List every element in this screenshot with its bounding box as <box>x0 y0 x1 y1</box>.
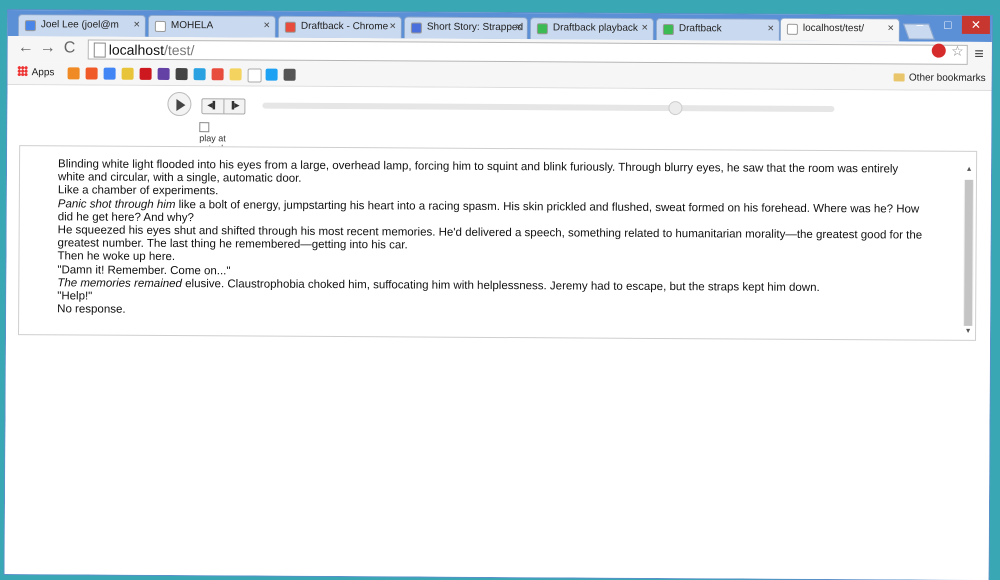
step-back-button[interactable]: ◀▌ <box>202 99 222 113</box>
minimize-button[interactable]: – <box>906 15 934 33</box>
page-icon <box>786 23 798 35</box>
close-icon[interactable]: × <box>641 22 648 34</box>
bookmark-icon[interactable] <box>193 68 206 81</box>
scroll-track[interactable] <box>963 179 974 326</box>
scroll-thumb[interactable] <box>964 179 973 326</box>
close-icon[interactable]: × <box>389 20 396 32</box>
tab-draftback[interactable]: Draftback × <box>655 17 780 41</box>
tab-label: localhost/test/ <box>802 22 865 35</box>
scrollbar[interactable]: ▲ ▼ <box>963 166 974 336</box>
tab-label: MOHELA <box>170 19 214 32</box>
tab-label: Short Story: Strapped <box>426 21 524 34</box>
close-icon[interactable]: × <box>133 19 140 31</box>
other-bookmarks-label: Other bookmarks <box>908 72 986 84</box>
bookmark-icon[interactable] <box>139 67 152 80</box>
scroll-down-icon[interactable]: ▼ <box>963 328 973 335</box>
document-paragraph: He squeezed his eyes shut and shifted th… <box>57 224 923 252</box>
browser-window: Joel Lee (joel@m × MOHELA × Draftback - … <box>4 10 992 580</box>
bookmark-icon[interactable] <box>265 68 278 81</box>
menu-icon[interactable]: ≡ <box>974 46 983 64</box>
bookmark-icon[interactable] <box>175 68 188 81</box>
bookmark-icon[interactable] <box>85 67 98 80</box>
document-text: Blinding white light flooded into his ey… <box>57 158 928 322</box>
close-icon[interactable]: × <box>515 21 522 33</box>
play-button[interactable] <box>167 91 192 117</box>
maximize-button[interactable]: □ <box>934 16 962 34</box>
tab-label: Joel Lee (joel@m <box>40 19 119 31</box>
playback-slider[interactable] <box>262 101 835 116</box>
step-controls: ◀▌ ▐▶ <box>201 98 246 115</box>
apps-icon <box>17 66 28 77</box>
actual-speed-checkbox[interactable] <box>199 122 210 133</box>
extension-icon[interactable] <box>931 43 946 58</box>
mohela-favicon-icon <box>154 20 166 32</box>
page-icon <box>93 42 106 58</box>
close-icon[interactable]: × <box>263 20 270 32</box>
back-icon[interactable]: ← <box>18 39 34 57</box>
close-window-button[interactable]: ✕ <box>961 15 990 34</box>
bookmark-icon[interactable] <box>283 68 296 81</box>
tab-gmail[interactable]: Joel Lee (joel@m × <box>17 14 146 37</box>
bookmark-icon[interactable] <box>121 67 134 80</box>
address-host: localhost <box>108 41 165 58</box>
tab-label: Draftback - Chrome <box>300 20 389 33</box>
bookmark-icon[interactable] <box>157 67 170 80</box>
step-forward-button[interactable]: ▐▶ <box>223 99 245 114</box>
tab-draftback-store[interactable]: Draftback - Chrome × <box>277 15 402 39</box>
tab-mohela[interactable]: MOHELA × <box>147 14 276 38</box>
folder-icon <box>893 73 905 82</box>
document-viewer[interactable]: Blinding white light flooded into his ey… <box>18 145 978 341</box>
gmail-favicon-icon <box>24 20 36 32</box>
star-icon[interactable]: ☆ <box>951 43 964 60</box>
tab-label: Draftback <box>678 23 722 35</box>
apps-label: Apps <box>31 67 55 79</box>
docs-icon <box>410 22 422 34</box>
chrome-store-icon <box>284 21 296 33</box>
close-icon[interactable]: × <box>887 22 894 34</box>
reload-icon[interactable]: C <box>64 39 76 57</box>
draftback-icon <box>662 24 674 36</box>
scroll-up-icon[interactable]: ▲ <box>964 166 974 173</box>
tab-short-story[interactable]: Short Story: Strapped × <box>403 16 528 40</box>
address-bar[interactable]: localhost/test/ <box>87 39 968 65</box>
bookmark-icon[interactable] <box>67 67 80 80</box>
tab-draftback-playback[interactable]: Draftback playback × <box>529 17 654 40</box>
page-content: ◀▌ ▐▶ play at actual speed? Blinding whi… <box>4 84 992 580</box>
bookmark-icon[interactable] <box>211 68 224 81</box>
draftback-icon <box>536 23 548 35</box>
bookmark-apps[interactable]: Apps <box>17 66 55 79</box>
bookmark-other[interactable]: Other bookmarks <box>893 72 986 84</box>
bookmark-icon[interactable] <box>247 68 262 83</box>
close-icon[interactable]: × <box>767 23 774 35</box>
bookmark-icon[interactable] <box>103 67 116 80</box>
forward-icon[interactable]: → <box>40 39 56 57</box>
tab-label: Draftback playback <box>552 22 638 34</box>
bookmark-icon[interactable] <box>229 68 242 81</box>
tab-localhost[interactable]: localhost/test/ × <box>779 17 900 42</box>
address-path: /test/ <box>163 41 195 59</box>
slider-thumb[interactable] <box>668 101 683 116</box>
